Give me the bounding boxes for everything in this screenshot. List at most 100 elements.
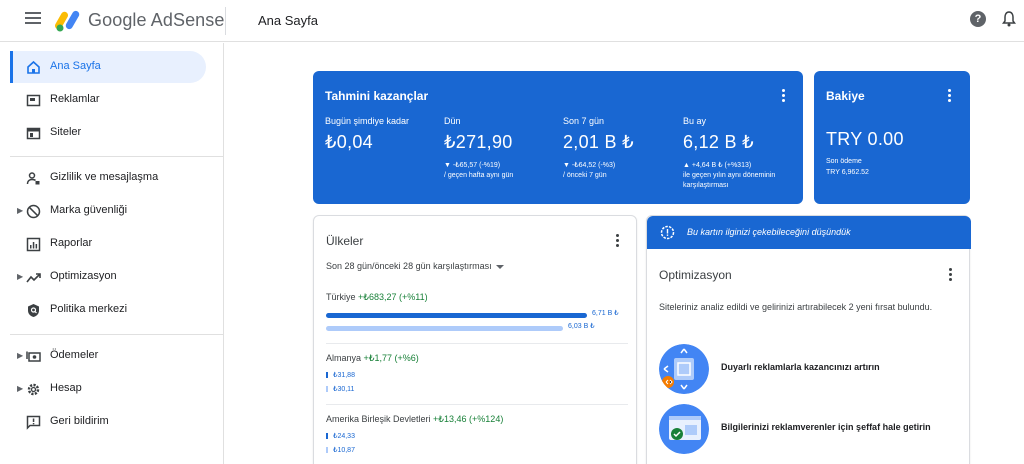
transparency-suggestion[interactable]: Bilgilerinizi reklamverenler için şeffaf… [659,404,959,454]
help-icon[interactable]: ? [970,11,986,27]
sidebar-item-payments[interactable]: ▶ Ödemeler [10,340,206,372]
countries-title: Ülkeler [326,234,364,248]
privacy-icon [26,172,40,185]
sidebar-item-sites[interactable]: Siteler [10,117,206,149]
expand-caret-icon: ▶ [17,272,24,281]
sidebar-item-label: Gizlilik ve mesajlaşma [50,171,159,183]
suggestion-label: Duyarlı reklamlarla kazancınızı artırın [721,362,880,372]
optimization-description: Siteleriniz analiz edildi ve gelirinizi … [659,302,933,312]
notifications-bell-icon[interactable] [1002,11,1016,27]
earnings-change: ▲ +4,64 B ₺ (+%313) [683,162,752,169]
earnings-value: ₺271,90 [444,132,513,152]
hamburger-menu-icon[interactable] [25,12,41,26]
sidebar-item-policy[interactable]: Politika merkezi [10,294,206,326]
earnings-value: ₺0,04 [325,132,373,152]
sidebar-item-label: Raporlar [50,237,93,249]
last-payment-label: Son ödeme [826,158,862,165]
earnings-compare: ile geçen yılın aynı döneminin karşılaşt… [683,172,776,189]
sidebar-item-label: Reklamlar [50,93,100,105]
sidebar-item-home[interactable]: Ana Sayfa [10,51,206,83]
balance-card: Bakiye TRY 0.00 Son ödeme TRY 6,962.52 [814,71,970,204]
expand-caret-icon: ▶ [17,384,24,393]
sidebar-item-label: Politika merkezi [50,303,128,315]
sidebar-divider [10,334,224,335]
earnings-today: Bugün şimdiye kadar ₺0,04 [325,116,440,153]
current-period-bar [326,372,328,378]
sidebar-item-privacy[interactable]: Gizlilik ve mesajlaşma [10,162,206,194]
sidebar-item-account[interactable]: ▶ Hesap [10,373,206,405]
responsive-ads-illustration-icon [659,344,709,394]
country-row: Almanya +₺1,77 (+%6) [326,353,419,364]
policy-icon [28,304,39,317]
page-title: Ana Sayfa [258,13,318,28]
country-name: Almanya [326,353,362,363]
date-range-dropdown[interactable]: Son 28 gün/önceki 28 gün karşılaştırması [326,261,504,271]
current-value: ₺24,33 [333,433,355,440]
transparency-illustration-icon [659,404,709,454]
previous-period-bar [326,447,328,453]
sidebar-item-reports[interactable]: Raporlar [10,228,206,260]
sidebar-divider [10,156,224,157]
earnings-yesterday: Dün ₺271,90 ▼ -₺65,57 (-%19) / geçen haft… [444,116,559,181]
earnings-change: ▼ -₺64,52 (-%3) [563,162,616,169]
sidebar-item-label: Geri bildirim [50,415,109,427]
earnings-compare: / önceki 7 gün [563,172,607,179]
banner-text: Bu kartın ilginizi çekebileceğini düşünd… [687,227,851,237]
country-row: Türkiye +₺683,27 (+%11) [326,292,428,303]
previous-period-bar [326,386,328,392]
earnings-card: Tahmini kazançlar Bugün şimdiye kadar ₺0… [313,71,803,204]
optimization-title: Optimizasyon [659,268,732,282]
earnings-label: Son 7 gün [563,116,605,126]
earnings-value: 6,12 B ₺ [683,132,754,152]
balance-value: TRY 0.00 [826,129,904,149]
responsive-ads-suggestion[interactable]: Duyarlı reklamlarla kazancınızı artırın [659,344,959,394]
earnings-value: 2,01 B ₺ [563,132,634,152]
country-change: +₺13,46 (+%124) [433,414,504,424]
earnings-label: Bu ay [683,116,707,126]
more-options-icon[interactable] [616,234,620,248]
sidebar-item-label: Marka güvenliği [50,204,128,216]
sidebar-item-feedback[interactable]: Geri bildirim [10,406,206,438]
current-value: ₺31,88 [333,372,355,379]
balance-title: Bakiye [826,89,865,103]
suggestion-label: Bilgilerinizi reklamverenler için şeffaf… [721,422,931,432]
sidebar-item-label: Ana Sayfa [50,60,101,72]
country-name: Amerika Birleşik Devletleri [326,414,431,424]
more-options-icon[interactable] [949,268,953,282]
ads-icon [26,94,41,107]
payments-icon [26,351,41,362]
block-icon [26,204,41,219]
trending-up-icon [26,273,41,283]
suggestion-banner: Bu kartın ilginizi çekebileceğini düşünd… [647,216,971,249]
country-change: +₺683,27 (+%11) [358,292,428,302]
earnings-last-7-days: Son 7 gün 2,01 B ₺ ▼ -₺64,52 (-%3) / önce… [563,116,678,181]
earnings-title: Tahmini kazançlar [325,89,429,103]
earnings-compare: / geçen hafta aynı gün [444,172,514,179]
sidebar-item-label: Hesap [50,382,82,394]
row-divider [326,343,628,344]
more-options-icon[interactable] [782,89,786,103]
sites-icon [26,127,41,140]
adsense-logo-icon [55,10,80,32]
earnings-label: Bugün şimdiye kadar [325,116,410,126]
header-divider [225,7,226,35]
previous-value: ₺30,11 [333,386,355,393]
earnings-change: ▼ -₺65,57 (-%19) [444,162,501,169]
date-range-label: Son 28 gün/önceki 28 gün karşılaştırması [326,261,492,271]
previous-value: 6,03 B ₺ [568,323,595,330]
settings-gear-icon [27,383,40,396]
country-change: +₺1,77 (+%6) [363,353,419,363]
last-payment-value: TRY 6,962.52 [826,169,869,176]
sidebar-item-brand-safety[interactable]: ▶ Marka güvenliği [10,195,206,227]
reports-icon [26,237,41,252]
more-options-icon[interactable] [948,89,952,103]
countries-card: Ülkeler Son 28 gün/önceki 28 gün karşıla… [313,215,637,464]
previous-value: ₺10,87 [333,447,355,454]
feedback-icon [26,415,41,430]
earnings-this-month: Bu ay 6,12 B ₺ ▲ +4,64 B ₺ (+%313) ile ge… [683,116,795,191]
country-row: Amerika Birleşik Devletleri +₺13,46 (+%1… [326,414,503,425]
sidebar-item-label: Ödemeler [50,349,99,361]
sidebar-item-ads[interactable]: Reklamlar [10,84,206,116]
lightbulb-icon [660,225,675,240]
sidebar-item-optimization[interactable]: ▶ Optimizasyon [10,261,206,293]
